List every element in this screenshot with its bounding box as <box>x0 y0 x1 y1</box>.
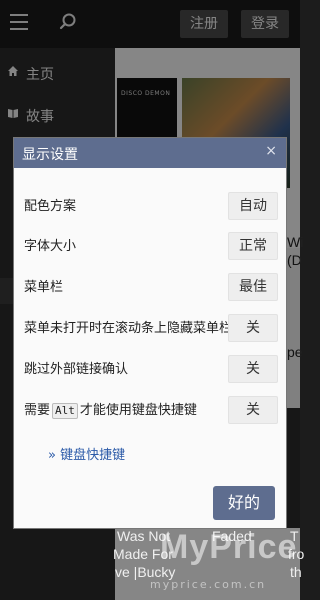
setting-label-color-scheme: 配色方案 <box>24 199 77 214</box>
setting-label-skip-link-confirm: 跳过外部链接确认 <box>24 362 129 377</box>
alt-key: Alt <box>52 403 78 419</box>
setting-label-alt-shortcuts: 需要 Alt 才能使用键盘快捷键 <box>24 399 197 419</box>
setting-label-hide-menu-bar: 菜单未打开时在滚动条上隐藏菜单栏 <box>24 321 233 336</box>
close-icon[interactable]: × <box>265 143 277 159</box>
display-settings-dialog: 显示设置 × 配色方案 自动 字体大小 正常 菜单栏 最佳 菜单未打开时在滚动条… <box>13 137 287 529</box>
skip-link-confirm-toggle[interactable]: 关 <box>228 355 278 383</box>
watermark-url: myprice.com.cn <box>150 578 267 591</box>
dialog-header: 显示设置 × <box>14 138 286 168</box>
menu-bar-button[interactable]: 最佳 <box>228 273 278 301</box>
font-size-button[interactable]: 正常 <box>228 232 278 260</box>
keyboard-shortcuts-link[interactable]: » 键盘快捷键 <box>48 444 125 463</box>
setting-label-font-size: 字体大小 <box>24 239 77 254</box>
color-scheme-button[interactable]: 自动 <box>228 192 278 220</box>
alt-label-prefix: 需要 <box>24 403 51 418</box>
watermark-logo: MyPrice <box>160 528 298 566</box>
ok-button[interactable]: 好的 <box>213 486 275 520</box>
dialog-title: 显示设置 <box>22 147 78 163</box>
alt-shortcuts-toggle[interactable]: 关 <box>228 396 278 424</box>
hide-menu-bar-toggle[interactable]: 关 <box>228 314 278 342</box>
setting-label-menu-bar: 菜单栏 <box>24 280 64 295</box>
alt-label-suffix: 才能使用键盘快捷键 <box>79 403 197 418</box>
